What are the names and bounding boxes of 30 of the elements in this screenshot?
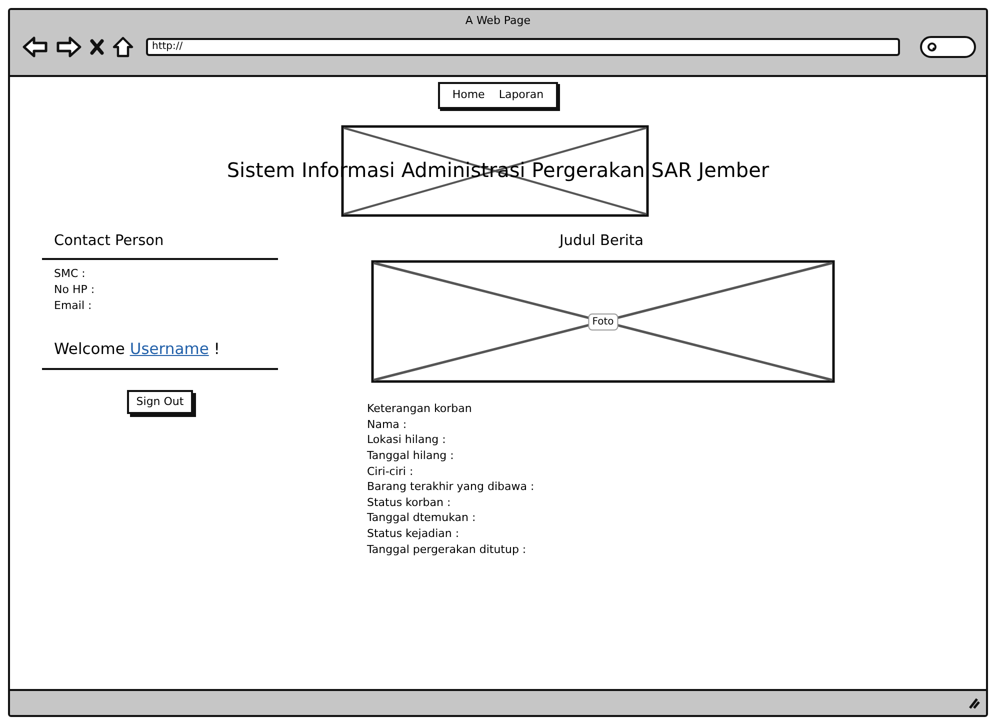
detail-line: Lokasi hilang : (367, 432, 447, 448)
detail-line: Status kejadian : (367, 526, 460, 542)
nav-link-item[interactable]: Laporan (498, 87, 544, 104)
welcome-text: Welcome (54, 340, 125, 358)
detail-line: Tanggal pergerakan ditutup : (367, 542, 528, 558)
back-icon[interactable] (22, 36, 48, 58)
contact-field-label: No HP : (53, 282, 96, 298)
detail-line: Ciri-ciri : (367, 464, 414, 480)
window-title: A Web Page (464, 13, 532, 28)
username-link[interactable]: Username (130, 340, 209, 358)
forward-icon[interactable] (56, 36, 82, 58)
detail-line: Status korban : (367, 494, 452, 510)
detail-line: Nama : (367, 416, 408, 432)
close-icon[interactable] (90, 39, 104, 55)
exclamation-text: ! (214, 340, 220, 358)
resize-icon[interactable] (968, 697, 980, 709)
section-heading: Contact Person (42, 230, 278, 260)
detail-line: Tanggal dtemukan : (367, 510, 477, 526)
contact-field-label: SMC : (53, 266, 86, 282)
sign-out-button[interactable]: Sign Out (127, 390, 193, 414)
address-field[interactable]: http:// (146, 38, 900, 56)
detail-line: Keterangan korban (367, 401, 473, 417)
contact-field-label: Email : (53, 298, 93, 314)
search-icon (927, 42, 937, 52)
nav-link-item[interactable]: Home (452, 87, 485, 104)
news-title: Judul Berita (558, 232, 644, 250)
detail-line: Barang terakhir yang dibawa : (367, 479, 536, 495)
photo-label: Foto (588, 313, 618, 330)
search-field[interactable] (920, 36, 976, 58)
detail-line: Tanggal hilang : (367, 448, 455, 464)
